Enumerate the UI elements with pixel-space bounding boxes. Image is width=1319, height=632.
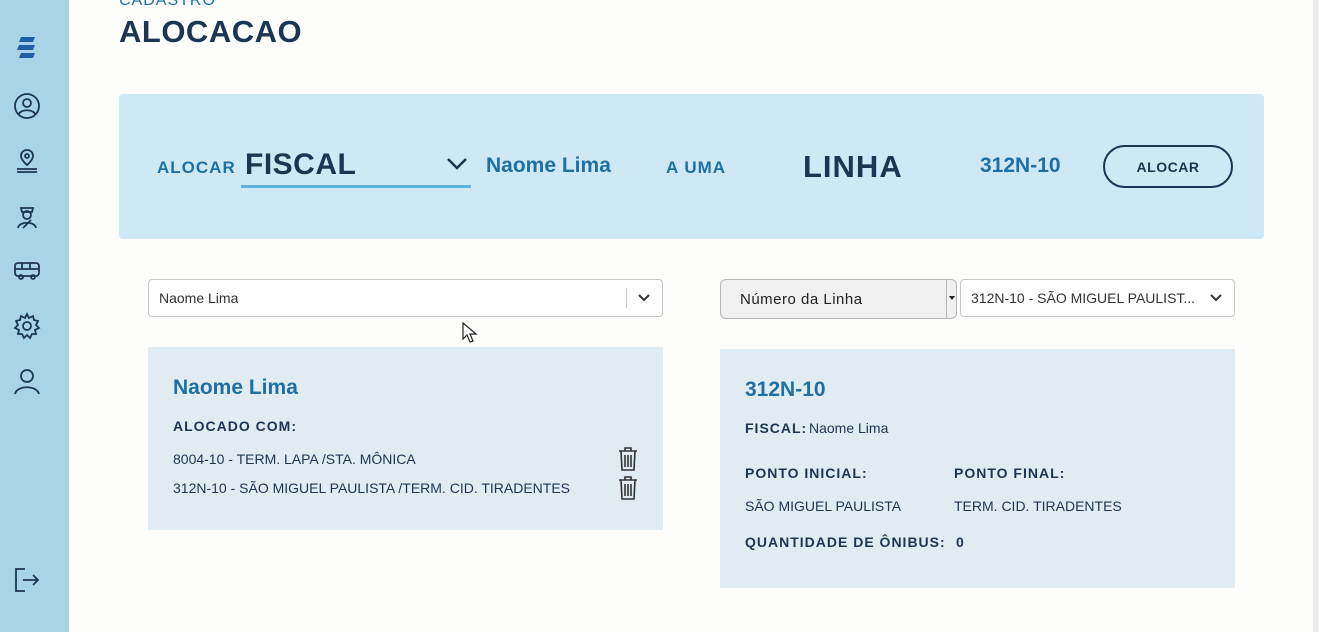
alocar-button[interactable]: ALOCAR (1103, 145, 1233, 188)
line-select[interactable]: 312N-10 - SÃO MIGUEL PAULIST... (960, 279, 1235, 317)
end-point-value: TERM. CID. TIRADENTES (954, 498, 1122, 514)
allocation-type-value: FISCAL (245, 148, 357, 181)
inspector-icon[interactable] (13, 202, 41, 230)
trash-icon[interactable] (617, 446, 639, 472)
bus-quantity-value: 0 (956, 534, 965, 550)
chevron-down-icon (1210, 294, 1222, 302)
line-card-code: 312N-10 (745, 378, 826, 401)
linha-label: LINHA (803, 149, 903, 184)
person-select[interactable]: Naome Lima (148, 279, 663, 317)
select-separator (626, 288, 627, 308)
breadcrumb: CADASTRO (119, 0, 216, 9)
allocation-item: 8004-10 - TERM. LAPA /STA. MÔNICA (173, 451, 416, 467)
location-pin-icon[interactable] (13, 147, 41, 175)
trash-icon[interactable] (617, 475, 639, 501)
fiscal-label: FISCAL: (745, 420, 808, 436)
line-select-value: 312N-10 - SÃO MIGUEL PAULIST... (971, 290, 1196, 306)
gear-icon[interactable] (13, 312, 41, 340)
page-scrollbar[interactable] (1313, 0, 1319, 632)
start-point-value: SÃO MIGUEL PAULISTA (745, 498, 902, 514)
person-select-value: Naome Lima (159, 290, 239, 306)
user-icon[interactable] (13, 92, 41, 120)
person-card: Naome Lima ALOCADO COM: 8004-10 - TERM. … (148, 347, 663, 530)
mouse-cursor-icon (462, 322, 478, 343)
chevron-down-icon (447, 158, 467, 170)
person-card-name: Naome Lima (173, 376, 298, 399)
allocated-label: ALOCADO COM: (173, 418, 297, 434)
alocar-label: ALOCAR (157, 158, 236, 177)
dropdown-arrow-icon (946, 280, 956, 318)
selected-person-name: Naome Lima (486, 154, 611, 177)
end-point-label: PONTO FINAL: (954, 465, 1066, 481)
selected-line-code: 312N-10 (980, 154, 1061, 177)
sidebar (0, 0, 69, 632)
allocation-item: 312N-10 - SÃO MIGUEL PAULISTA /TERM. CID… (173, 480, 571, 496)
allocation-bar: ALOCAR FISCAL Naome Lima A UMA LINHA 312… (119, 94, 1264, 239)
line-card: 312N-10 FISCAL: Naome Lima PONTO INICIAL… (720, 349, 1235, 588)
allocation-type-select[interactable]: FISCAL (241, 146, 471, 188)
filter-type-select[interactable]: Número da Linha (720, 279, 957, 319)
bus-icon[interactable] (13, 256, 41, 284)
filter-type-value: Número da Linha (740, 291, 863, 308)
chevron-down-icon (638, 294, 650, 302)
logout-icon[interactable] (13, 566, 41, 594)
a-uma-label: A UMA (666, 158, 727, 177)
page-title: ALOCACAO (119, 14, 303, 49)
bus-quantity-label: QUANTIDADE DE ÔNIBUS: (745, 534, 946, 550)
start-point-label: PONTO INICIAL: (745, 465, 868, 481)
logo-icon[interactable] (13, 33, 41, 61)
person-icon[interactable] (13, 367, 41, 395)
fiscal-value: Naome Lima (809, 420, 889, 436)
